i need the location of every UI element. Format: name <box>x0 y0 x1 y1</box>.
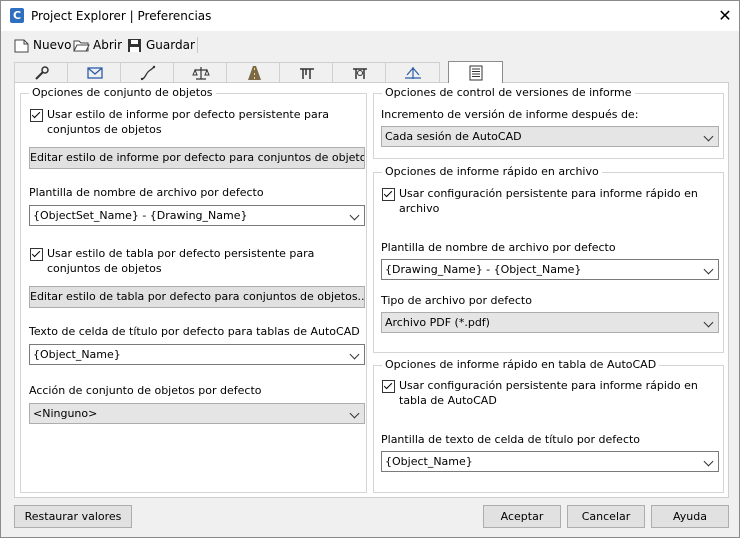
object-set-options-group: Opciones de conjunto de objetos Usar est… <box>20 86 367 493</box>
chevron-down-icon <box>349 210 360 221</box>
chevron-down-icon <box>349 408 360 419</box>
increment-combo[interactable]: Cada sesión de AutoCAD <box>381 126 719 147</box>
filename-template-value: {ObjectSet_Name} - {Drawing_Name} <box>33 209 248 222</box>
tab-corridors[interactable] <box>226 62 281 82</box>
object-set-action-label: Acción de conjunto de objetos por defect… <box>29 384 262 397</box>
tab-general[interactable] <box>14 62 69 82</box>
object-set-action-combo[interactable]: <Ninguno> <box>29 403 365 424</box>
tab-reports[interactable] <box>448 61 503 83</box>
version-control-title: Opciones de control de versiones de info… <box>382 86 635 99</box>
tab-pipe-networks[interactable] <box>279 62 334 82</box>
chevron-down-icon <box>349 349 360 360</box>
open-label: Abrir <box>93 38 123 52</box>
quick-report-file-group: Opciones de informe rápido en archivo Us… <box>373 165 724 353</box>
title-bar: C Project Explorer | Preferencias ✕ <box>1 1 739 31</box>
toolbar: Nuevo Abrir Guardar <box>1 31 739 57</box>
quick-table-cell-combo[interactable]: {Object_Name} <box>381 451 719 472</box>
persistent-report-style-label: Usar estilo de informe por defecto persi… <box>47 108 329 136</box>
tab-scale[interactable] <box>173 62 228 82</box>
quick-table-cell-value: {Object_Name} <box>385 455 473 468</box>
scale-icon <box>191 66 210 80</box>
save-button[interactable]: Guardar <box>126 36 195 54</box>
quick-report-table-group: Opciones de informe rápido en tabla de A… <box>373 358 724 493</box>
chevron-down-icon <box>703 317 714 328</box>
tab-strip <box>14 61 727 83</box>
help-button[interactable]: Ayuda <box>651 505 729 528</box>
quick-file-filename-combo[interactable]: {Drawing_Name} - {Object_Name} <box>381 259 719 280</box>
pressure-network-icon <box>352 67 367 79</box>
increment-value: Cada sesión de AutoCAD <box>385 130 522 143</box>
tab-object-sets[interactable] <box>67 62 122 82</box>
cell-text-label: Texto de celda de título por defecto par… <box>29 325 360 338</box>
persistent-table-style-label: Usar estilo de tabla por defecto persist… <box>47 247 315 275</box>
version-control-group: Opciones de control de versiones de info… <box>373 86 724 159</box>
chevron-down-icon <box>703 264 714 275</box>
accept-button[interactable]: Aceptar <box>483 505 561 528</box>
quick-report-file-title: Opciones de informe rápido en archivo <box>382 165 602 178</box>
app-icon: C <box>10 8 24 23</box>
tab-pressure-networks[interactable] <box>332 62 387 82</box>
file-type-label: Tipo de archivo por defecto <box>381 294 532 307</box>
window-title: Project Explorer | Preferencias <box>31 9 212 23</box>
preferences-window: C Project Explorer | Preferencias ✕ Nuev… <box>0 0 740 538</box>
edit-report-style-button[interactable]: Editar estilo de informe por defecto par… <box>29 147 365 169</box>
quick-file-filename-value: {Drawing_Name} - {Object_Name} <box>385 263 582 276</box>
quick-file-persistent-label: Usar configuración persistente para info… <box>399 187 698 215</box>
tab-profiles[interactable] <box>385 62 440 82</box>
quick-file-filename-label: Plantilla de nombre de archivo por defec… <box>381 241 616 254</box>
increment-label: Incremento de versión de informe después… <box>381 108 639 121</box>
file-type-combo[interactable]: Archivo PDF (*.pdf) <box>381 312 719 333</box>
cell-text-combo[interactable]: {Object_Name} <box>29 344 365 365</box>
toolbar-separator <box>197 37 198 53</box>
quick-report-table-title: Opciones de informe rápido en tabla de A… <box>382 358 660 371</box>
close-button[interactable]: ✕ <box>713 4 737 28</box>
file-type-value: Archivo PDF (*.pdf) <box>385 316 490 329</box>
new-label: Nuevo <box>33 38 72 52</box>
chevron-down-icon <box>703 456 714 467</box>
persistent-report-style-checkbox[interactable] <box>30 109 43 122</box>
filename-template-label: Plantilla de nombre de archivo por defec… <box>29 186 264 199</box>
quick-table-cell-label: Plantilla de texto de celda de título po… <box>381 433 641 446</box>
wrench-icon <box>34 65 49 80</box>
report-icon <box>469 65 482 80</box>
reports-panel: Opciones de conjunto de objetos Usar est… <box>14 82 729 498</box>
tab-alignments[interactable] <box>120 62 175 82</box>
pipe-network-icon <box>299 67 314 79</box>
save-disk-icon <box>128 38 141 52</box>
cancel-button[interactable]: Cancelar <box>567 505 645 528</box>
new-button[interactable]: Nuevo <box>13 36 71 54</box>
quick-file-persistent-checkbox[interactable] <box>382 188 395 201</box>
quick-table-persistent-checkbox[interactable] <box>382 380 395 393</box>
edit-table-style-button[interactable]: Editar estilo de tabla por defecto para … <box>29 286 365 308</box>
persistent-table-style-checkbox[interactable] <box>30 248 43 261</box>
open-folder-icon <box>73 40 90 51</box>
cell-text-value: {Object_Name} <box>33 348 121 361</box>
quick-table-persistent-label: Usar configuración persistente para info… <box>399 379 698 407</box>
open-button[interactable]: Abrir <box>73 36 122 54</box>
chevron-down-icon <box>703 131 714 142</box>
save-label: Guardar <box>146 38 195 52</box>
profile-icon <box>404 66 421 79</box>
new-file-icon <box>14 39 29 52</box>
envelope-icon <box>86 66 103 79</box>
restore-defaults-button[interactable]: Restaurar valores <box>14 505 132 528</box>
road-icon <box>247 65 261 80</box>
filename-template-combo[interactable]: {ObjectSet_Name} - {Drawing_Name} <box>29 205 365 226</box>
object-set-options-title: Opciones de conjunto de objetos <box>29 86 216 99</box>
alignment-icon <box>140 65 155 80</box>
object-set-action-value: <Ninguno> <box>33 407 98 420</box>
